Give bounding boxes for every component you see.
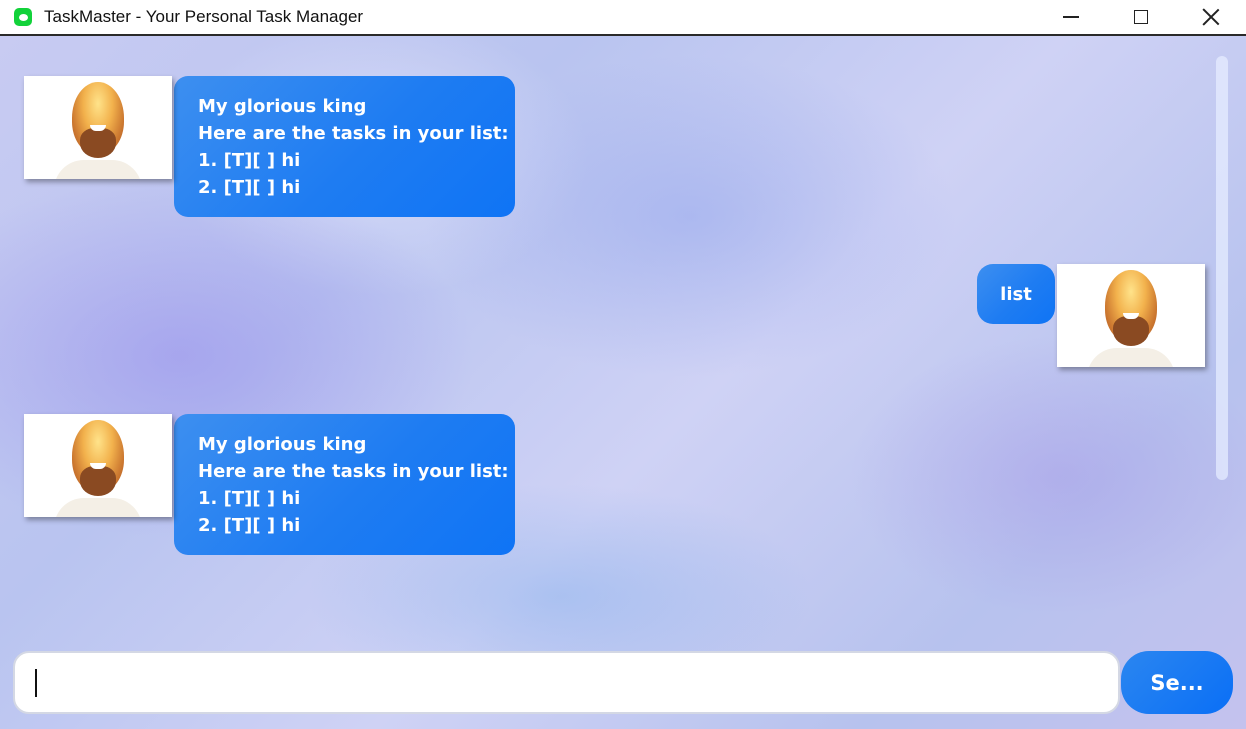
bot-message-bubble: My glorious king Here are the tasks in y… <box>174 76 515 217</box>
scrollbar[interactable] <box>1216 56 1228 480</box>
message-row-bot: My glorious king Here are the tasks in y… <box>24 414 515 555</box>
window-controls <box>1036 0 1246 34</box>
message-line: 2. [T][ ] hi <box>198 177 301 198</box>
close-button[interactable] <box>1176 0 1246 34</box>
chat-area[interactable]: My glorious king Here are the tasks in y… <box>0 36 1246 729</box>
message-line: Here are the tasks in your list: <box>198 123 509 144</box>
bot-message-bubble: My glorious king Here are the tasks in y… <box>174 414 515 555</box>
message-line: My glorious king <box>198 434 367 455</box>
message-row-bot: My glorious king Here are the tasks in y… <box>24 76 515 217</box>
message-line: 2. [T][ ] hi <box>198 515 301 536</box>
message-row-user: list <box>977 264 1205 367</box>
message-line: 1. [T][ ] hi <box>198 488 301 509</box>
user-avatar <box>1057 264 1205 367</box>
message-line: 1. [T][ ] hi <box>198 150 301 171</box>
message-line: My glorious king <box>198 96 367 117</box>
user-message-bubble: list <box>977 264 1055 324</box>
window-title: TaskMaster - Your Personal Task Manager <box>44 7 364 26</box>
message-input[interactable] <box>13 651 1120 714</box>
text-caret <box>35 669 37 697</box>
minimize-button[interactable] <box>1036 0 1106 34</box>
close-icon <box>1202 8 1220 26</box>
bot-avatar <box>24 76 172 179</box>
minimize-icon <box>1063 16 1079 18</box>
maximize-button[interactable] <box>1106 0 1176 34</box>
message-line: Here are the tasks in your list: <box>198 461 509 482</box>
message-line: list <box>1000 283 1032 305</box>
maximize-icon <box>1134 10 1148 24</box>
app-window: TaskMaster - Your Personal Task Manager … <box>0 0 1246 729</box>
bot-avatar <box>24 414 172 517</box>
title-bar: TaskMaster - Your Personal Task Manager <box>0 0 1246 36</box>
send-button[interactable]: Se... <box>1121 651 1233 714</box>
chat-bubble-icon <box>14 8 32 26</box>
